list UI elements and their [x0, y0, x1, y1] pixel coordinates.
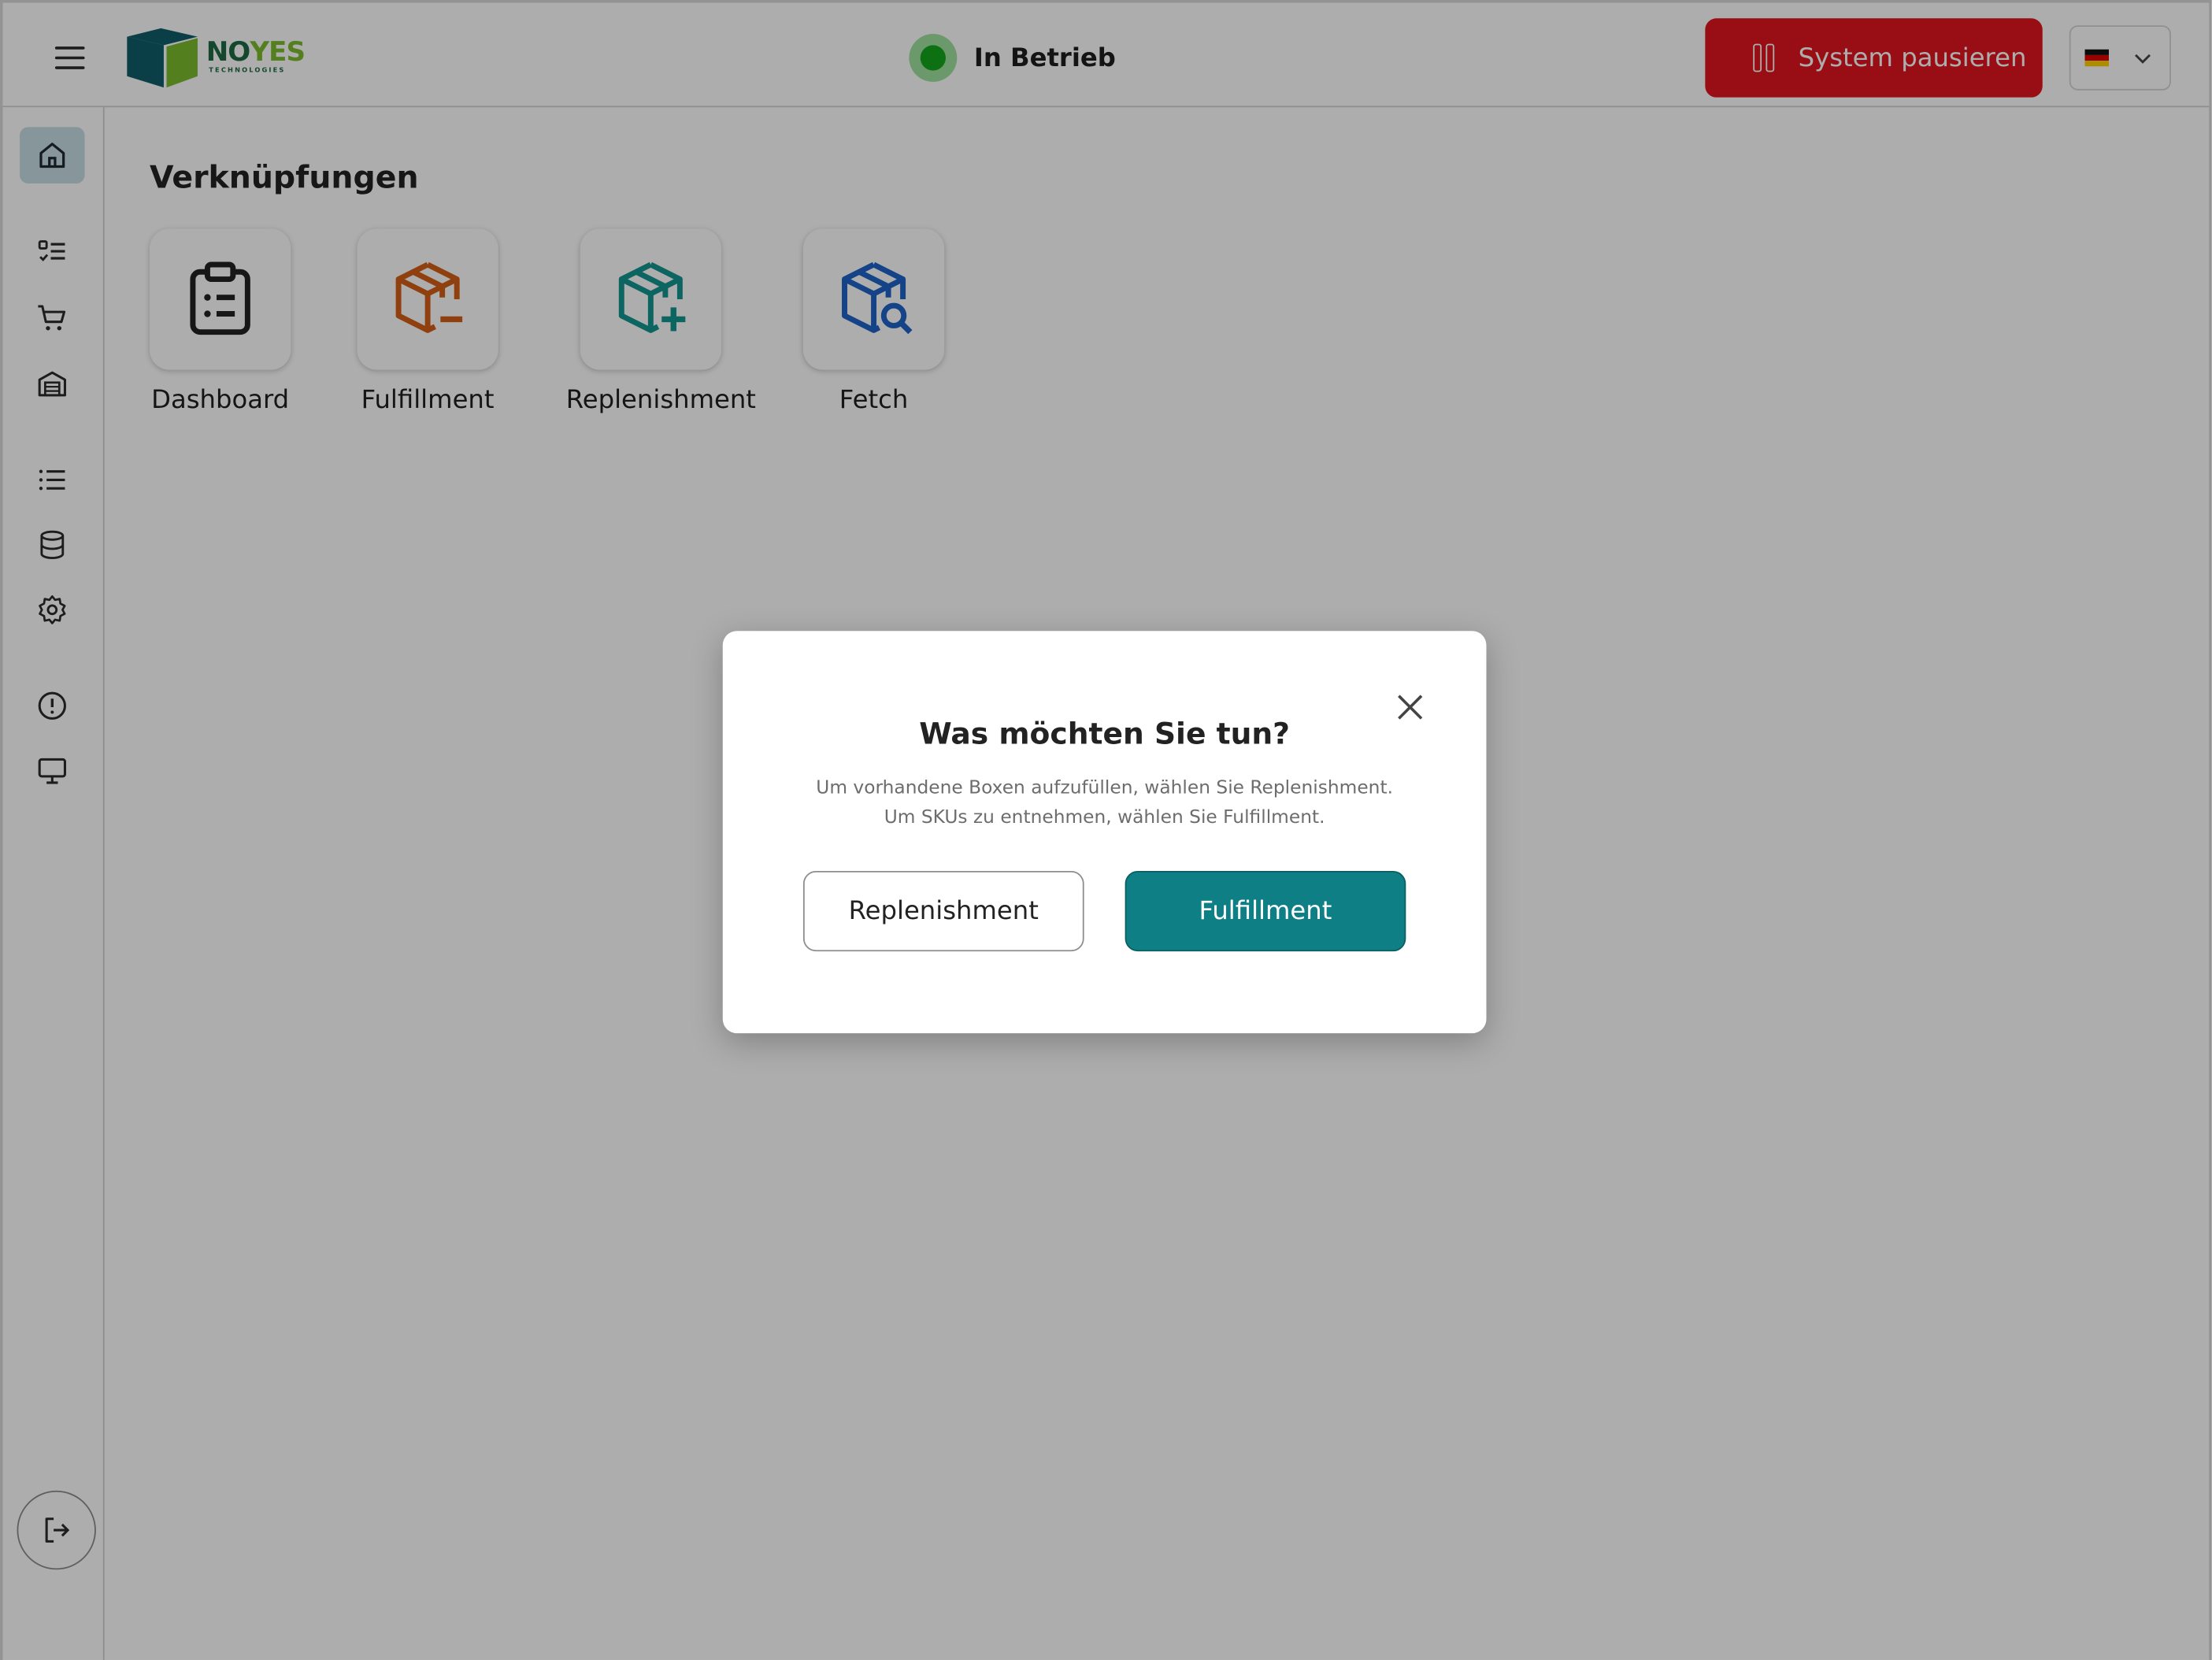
app-window: NOYES TECHNOLOGIES In Betrieb System pau… — [0, 0, 2212, 1660]
dialog-title: Was möchten Sie tun? — [919, 717, 1291, 751]
fulfillment-button[interactable]: Fulfillment — [1125, 870, 1406, 952]
dialog-description: Um vorhandene Boxen aufzufüllen, wählen … — [816, 777, 1394, 829]
replenishment-button[interactable]: Replenishment — [802, 870, 1084, 952]
action-dialog: Was möchten Sie tun? Um vorhandene Boxen… — [722, 631, 1487, 1034]
